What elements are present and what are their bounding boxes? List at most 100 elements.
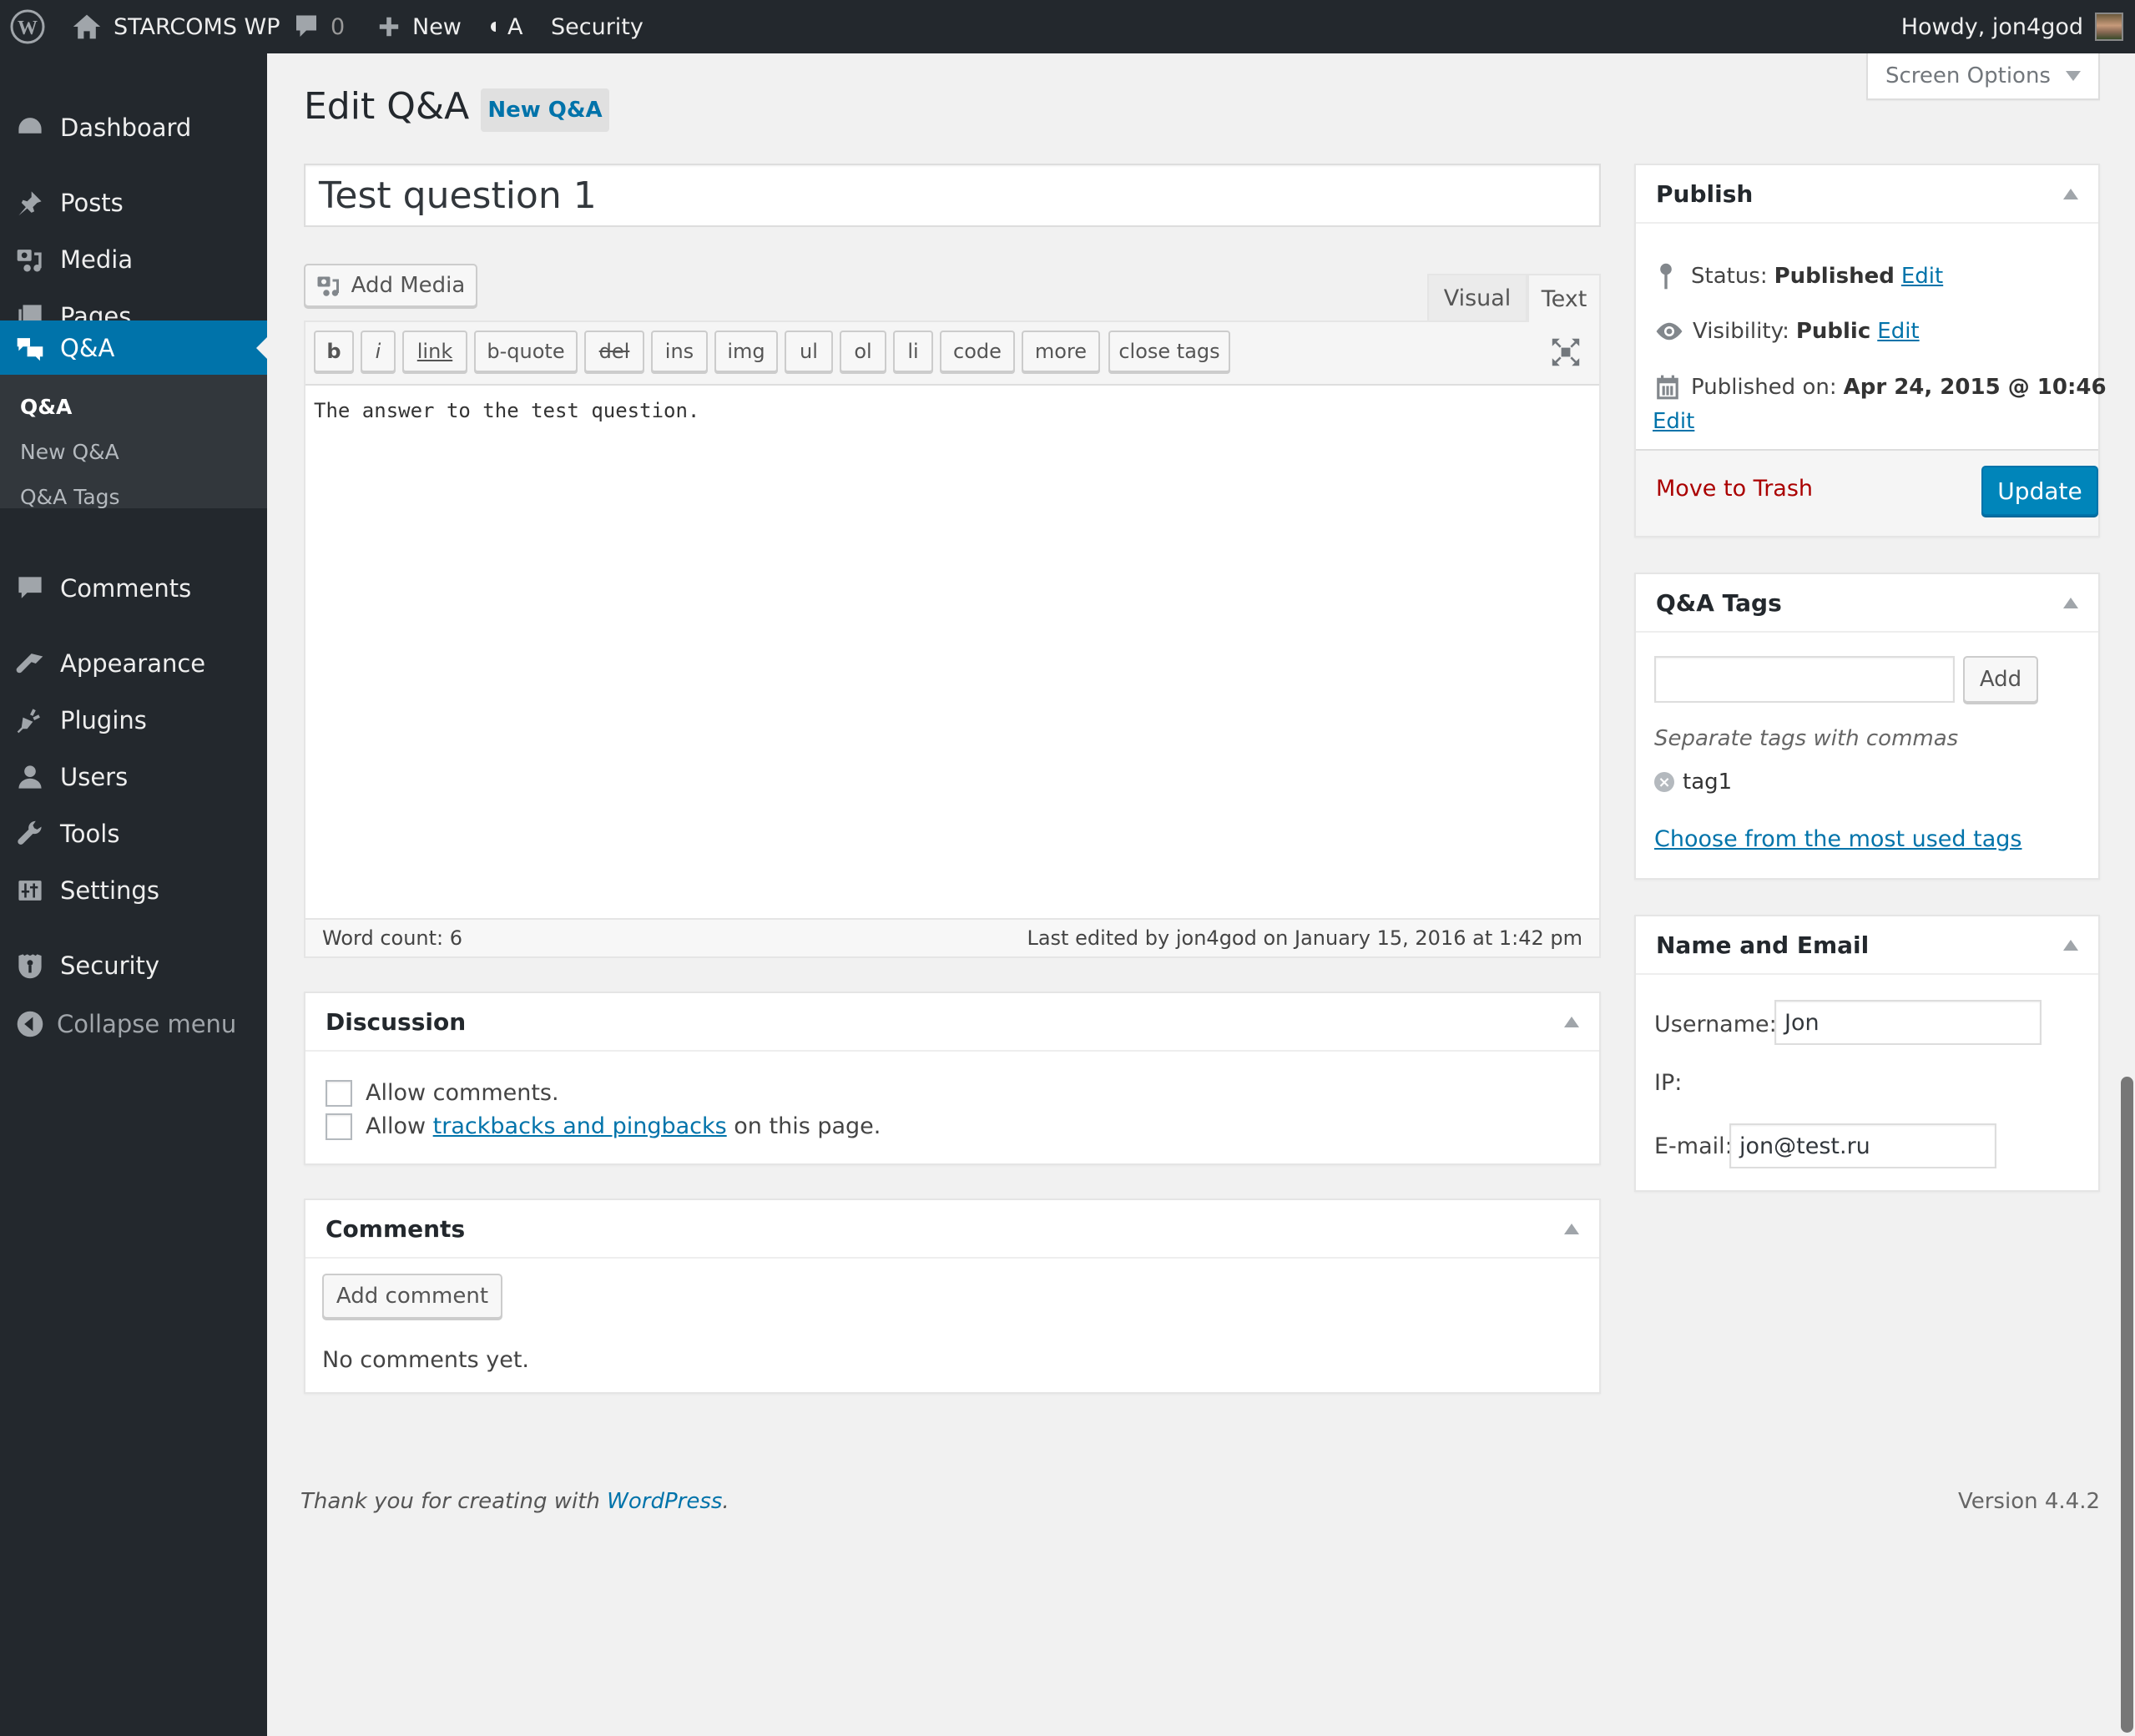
sidebar-item-plugins[interactable]: Plugins	[0, 693, 267, 748]
qt-close-tags-button[interactable]: close tags	[1108, 331, 1230, 372]
post-title-input[interactable]: Test question 1	[304, 164, 1601, 227]
collapse-toggle-icon[interactable]	[2063, 598, 2078, 608]
page-scrollbar-thumb[interactable]	[2121, 1077, 2133, 1733]
sidebar-item-users[interactable]: Users	[0, 749, 267, 805]
published-on-label: Published on:	[1691, 375, 1837, 400]
collapse-toggle-icon[interactable]	[1564, 1224, 1579, 1234]
no-comments-text: No comments yet.	[322, 1347, 529, 1373]
publish-box: Publish Move to Trash Update	[1634, 164, 2100, 537]
qa-tags-header[interactable]: Q&A Tags	[1636, 574, 2098, 633]
submenu-item-qa-tags[interactable]: Q&A Tags	[20, 485, 120, 509]
a-label: A	[507, 13, 523, 40]
publish-header[interactable]: Publish	[1636, 165, 2098, 224]
status-label: Status:	[1691, 264, 1768, 289]
collapse-toggle-icon[interactable]	[1564, 1017, 1579, 1027]
sidebar-item-label: Posts	[60, 189, 124, 217]
new-tag-input[interactable]	[1654, 656, 1955, 703]
editor-textarea[interactable]: The answer to the test question.	[314, 399, 699, 422]
shield-icon	[15, 951, 45, 981]
user-icon	[15, 762, 45, 792]
sidebar-item-label: Q&A	[60, 334, 115, 362]
email-input[interactable]: jon@test.ru	[1729, 1123, 1996, 1168]
sidebar-item-tools[interactable]: Tools	[0, 806, 267, 861]
plug-icon	[15, 705, 45, 735]
publish-title: Publish	[1656, 179, 1754, 208]
tags-hint: Separate tags with commas	[1654, 726, 1959, 751]
site-name-link[interactable]: STARCOMS WP	[72, 0, 280, 53]
sidebar-item-settings[interactable]: Settings	[0, 863, 267, 918]
tab-visual[interactable]: Visual	[1427, 274, 1527, 320]
qt-link-button[interactable]: link	[402, 331, 467, 372]
sidebar-item-comments[interactable]: Comments	[0, 561, 267, 616]
qt-ins-button[interactable]: ins	[651, 331, 708, 372]
a-menu-link[interactable]: A	[491, 0, 522, 53]
edit-status-link[interactable]: Edit	[1901, 264, 1943, 289]
sidebar-item-label: Security	[60, 951, 160, 980]
submenu-item-new-qa[interactable]: New Q&A	[20, 440, 119, 464]
username-input[interactable]: Jon	[1774, 1000, 2042, 1045]
qa-tags-box: Q&A Tags Add Separate tags with commas ×…	[1634, 573, 2100, 880]
comments-header[interactable]: Comments	[305, 1200, 1599, 1259]
submenu-item-qa[interactable]: Q&A	[20, 395, 72, 419]
edit-date-link[interactable]: Edit	[1653, 409, 1694, 434]
allow-comments-checkbox[interactable]	[326, 1080, 352, 1107]
qt-more-button[interactable]: more	[1022, 331, 1100, 372]
trackbacks-link[interactable]: trackbacks and pingbacks	[433, 1113, 727, 1139]
add-new-qa-button[interactable]: New Q&A	[481, 88, 609, 132]
qt-code-button[interactable]: code	[940, 331, 1015, 372]
add-media-label: Add Media	[351, 273, 466, 298]
sidebar-item-qa[interactable]: Q&A	[0, 320, 267, 376]
avatar	[2095, 13, 2123, 41]
published-on-value: Apr 24, 2015 @ 10:46	[1843, 375, 2107, 400]
qt-li-button[interactable]: li	[893, 331, 933, 372]
footer-thanks-prefix: Thank you for creating with	[300, 1489, 608, 1514]
update-button[interactable]: Update	[1981, 466, 2098, 516]
security-link[interactable]: Security	[551, 0, 644, 53]
new-label: New	[412, 13, 462, 40]
sidebar-item-security[interactable]: Security	[0, 938, 267, 993]
remove-tag-icon[interactable]: ×	[1654, 772, 1674, 792]
collapse-menu-button[interactable]: Collapse menu	[0, 997, 267, 1052]
site-name: STARCOMS WP	[114, 13, 280, 40]
collapse-toggle-icon[interactable]	[2063, 189, 2078, 199]
qt-ol-button[interactable]: ol	[840, 331, 886, 372]
published-on-row: Published on: Apr 24, 2015 @ 10:46	[1654, 374, 2107, 401]
settings-icon	[15, 876, 45, 906]
qt-ul-button[interactable]: ul	[785, 331, 833, 372]
last-edited: Last edited by jon4god on January 15, 20…	[1027, 926, 1582, 950]
fullscreen-button[interactable]	[1551, 337, 1581, 367]
visibility-value: Public	[1795, 319, 1871, 344]
wordpress-link[interactable]: WordPress	[607, 1489, 722, 1514]
add-tag-button[interactable]: Add	[1963, 656, 2038, 703]
comments-link[interactable]: 0	[294, 0, 345, 53]
qt-del-button[interactable]: del	[584, 331, 644, 372]
sidebar-item-media[interactable]: Media	[0, 232, 267, 287]
discussion-header[interactable]: Discussion	[305, 993, 1599, 1052]
media-icon	[15, 245, 45, 275]
move-to-trash-link[interactable]: Move to Trash	[1656, 476, 1813, 502]
allow-pings-checkbox[interactable]	[326, 1113, 352, 1140]
collapse-toggle-icon[interactable]	[2063, 940, 2078, 951]
add-media-button[interactable]: Add Media	[304, 264, 477, 307]
sidebar-item-label: Users	[60, 763, 129, 791]
qt-img-button[interactable]: img	[714, 331, 778, 372]
new-content-link[interactable]: New	[377, 0, 462, 53]
sidebar-item-appearance[interactable]: Appearance	[0, 636, 267, 691]
qt-bold-button[interactable]: b	[314, 331, 354, 372]
my-account-link[interactable]: Howdy, jon4god	[1901, 0, 2123, 53]
sidebar-item-posts[interactable]: Posts	[0, 175, 267, 230]
plus-icon	[379, 17, 399, 37]
most-used-tags-link[interactable]: Choose from the most used tags	[1654, 826, 2021, 852]
wp-logo-button[interactable]: W	[10, 0, 45, 53]
tab-text[interactable]: Text	[1527, 274, 1601, 322]
email-label: E-mail:	[1654, 1133, 1733, 1159]
qt-bquote-button[interactable]: b-quote	[474, 331, 578, 372]
sidebar-item-label: Settings	[60, 876, 159, 905]
qt-italic-button[interactable]: i	[361, 331, 396, 372]
add-comment-button[interactable]: Add comment	[322, 1274, 502, 1319]
name-email-header[interactable]: Name and Email	[1636, 916, 2098, 975]
sidebar-item-dashboard[interactable]: Dashboard	[0, 100, 267, 155]
edit-visibility-link[interactable]: Edit	[1877, 319, 1919, 344]
dashboard-icon	[15, 113, 45, 143]
screen-options-button[interactable]: Screen Options	[1866, 53, 2100, 100]
